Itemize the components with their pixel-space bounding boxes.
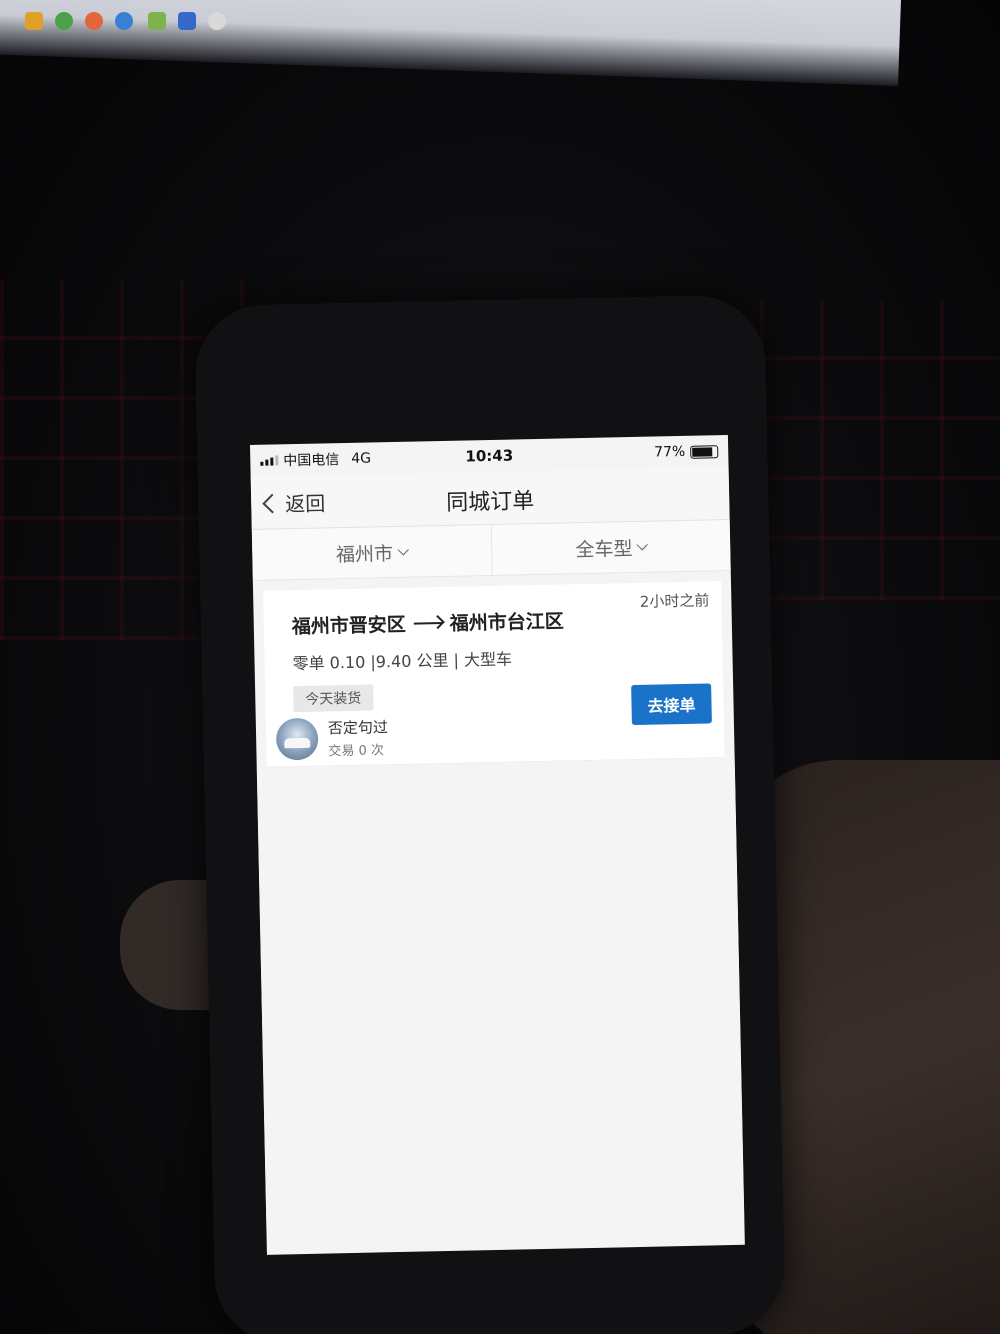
chevron-down-icon [636, 538, 649, 550]
arrow-right-icon [413, 621, 442, 625]
phone-screen: 中国电信 4G 10:43 77% 返回 同城订单 福州市 全车型 福州市晋安区… [250, 434, 745, 1255]
order-route: 福州市晋安区 福州市台江区 [292, 606, 565, 639]
taskbar-app-icon [208, 12, 226, 30]
city-filter-label: 福州市 [335, 542, 394, 566]
page-title: 同城订单 [445, 489, 535, 516]
photo-scene: 中国电信 4G 10:43 77% 返回 同城订单 福州市 全车型 福州市晋安区… [0, 0, 1000, 1334]
empty-list-area [256, 757, 745, 1228]
shipper-name: 否定句过 [327, 718, 389, 738]
battery-icon [690, 444, 719, 459]
city-filter[interactable]: 福州市 [252, 525, 491, 580]
nav-bar: 返回 同城订单 [250, 466, 730, 530]
status-time: 10:43 [465, 446, 514, 466]
taskbar-app-icon [55, 12, 73, 30]
taskbar-app-icon [148, 12, 166, 30]
shipper-trade-count: 交易 0 次 [328, 743, 385, 760]
vehicle-type-filter[interactable]: 全车型 [490, 519, 731, 575]
order-card[interactable]: 福州市晋安区 福州市台江区 2小时之前 零单 0.10 |9.40 公里 | 大… [263, 581, 725, 768]
taskbar-app-icon [25, 12, 43, 30]
monitor-taskbar [0, 0, 1000, 60]
taskbar-app-icon [85, 12, 103, 30]
filter-bar: 福州市 全车型 [251, 519, 731, 581]
shipper-info: 否定句过 交易 0 次 [275, 716, 389, 761]
order-time-ago: 2小时之前 [639, 591, 710, 611]
accept-order-button[interactable]: 去接单 [631, 683, 712, 726]
order-details: 零单 0.10 |9.40 公里 | 大型车 [292, 649, 513, 674]
background-keyboard [760, 300, 1000, 600]
route-from: 福州市晋安区 [291, 613, 407, 639]
avatar [275, 717, 319, 761]
route-to: 福州市台江区 [449, 610, 565, 635]
vehicle-type-filter-label: 全车型 [575, 537, 633, 561]
taskbar-app-icon [115, 12, 133, 30]
taskbar-app-icon [178, 12, 196, 30]
chevron-down-icon [397, 543, 409, 555]
load-date-tag: 今天装货 [293, 684, 374, 713]
